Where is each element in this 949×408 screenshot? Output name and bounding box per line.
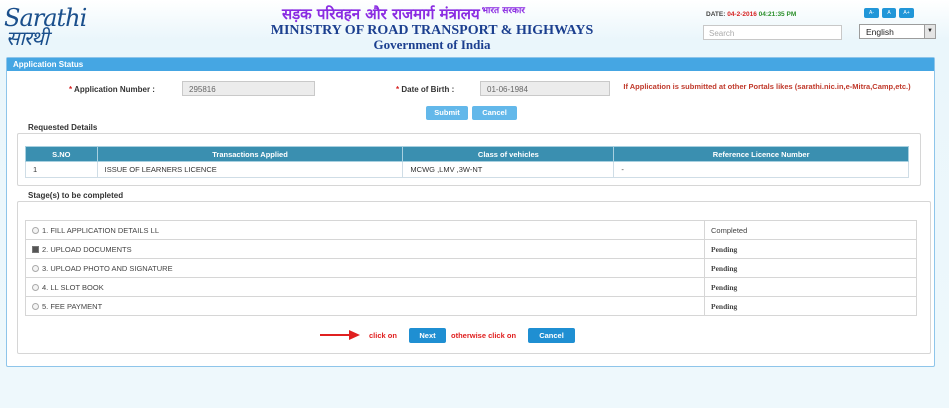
stage-cell: 3. UPLOAD PHOTO AND SIGNATURE: [25, 258, 705, 278]
stage-row: 2. UPLOAD DOCUMENTS Pending: [25, 239, 917, 259]
stage-label: 2. UPLOAD DOCUMENTS: [42, 244, 132, 254]
stage-label: 4. LL SLOT BOOK: [42, 282, 104, 292]
column-header-transactions: Transactions Applied: [96, 146, 404, 162]
stage-row: 5. FEE PAYMENT Pending: [25, 296, 917, 316]
stages-table: 1. FILL APPLICATION DETAILS LL Completed…: [25, 220, 917, 316]
click-on-text: click on: [369, 331, 397, 340]
submit-button[interactable]: Submit: [426, 106, 468, 120]
stage-status-pending: Pending: [704, 258, 917, 278]
site-header: Sarathi सारथी सड़क परिवहन और राजमार्ग मं…: [0, 0, 949, 55]
application-status-panel: Application Status * Application Number …: [6, 57, 935, 367]
search-input[interactable]: Search: [703, 25, 842, 40]
radio-button[interactable]: [32, 264, 39, 272]
font-size-controls: A- A A+: [864, 8, 914, 18]
date-of-birth-field[interactable]: 01-06-1984: [480, 81, 610, 96]
stage-row: 4. LL SLOT BOOK Pending: [25, 277, 917, 297]
language-select[interactable]: English ▼: [859, 24, 936, 39]
stage-label: 3. UPLOAD PHOTO AND SIGNATURE: [42, 263, 173, 273]
date-of-birth-label: * Date of Birth :: [396, 85, 455, 94]
cell-sno: 1: [25, 161, 98, 178]
radio-button[interactable]: [32, 302, 39, 310]
stage-status-completed: Completed: [704, 220, 917, 240]
government-of-india-label: Government of India: [373, 37, 491, 52]
cell-reference-licence: -: [613, 161, 909, 178]
cancel-button[interactable]: Cancel: [472, 106, 517, 120]
application-number-field[interactable]: 295816: [182, 81, 315, 96]
sarathi-logo[interactable]: Sarathi सारथी: [4, 4, 96, 50]
date-value: 04-2-2016: [727, 11, 757, 18]
bottom-cancel-button[interactable]: Cancel: [528, 328, 575, 343]
red-arrow-icon: [320, 330, 360, 340]
stage-cell: 5. FEE PAYMENT: [25, 296, 705, 316]
panel-title: Application Status: [7, 58, 934, 71]
requested-details-title: Requested Details: [28, 123, 98, 132]
date-label: DATE:: [706, 11, 726, 18]
stage-cell: 1. FILL APPLICATION DETAILS LL: [25, 220, 705, 240]
font-decrease-button[interactable]: A-: [864, 8, 879, 18]
ministry-title-hindi: सड़क परिवहन और राजमार्ग मंत्रालय भारत सरक…: [282, 3, 582, 24]
stage-label: 5. FEE PAYMENT: [42, 301, 103, 311]
checkbox[interactable]: [32, 245, 39, 253]
application-number-label-text: Application Number :: [74, 85, 155, 94]
stage-status-pending: Pending: [704, 296, 917, 316]
column-header-reference-licence: Reference Licence Number: [613, 146, 909, 162]
radio-button[interactable]: [32, 283, 39, 291]
cell-vehicle-class: MCWG ,LMV ,3W-NT: [402, 161, 615, 178]
date-time-display: DATE: 04-2-2016 04:21:35 PM: [706, 11, 796, 18]
table-row: 1 ISSUE OF LEARNERS LICENCE MCWG ,LMV ,3…: [25, 161, 909, 178]
column-header-vehicle-class: Class of vehicles: [402, 146, 615, 162]
time-value: 04:21:35 PM: [758, 11, 797, 18]
table-header-row: S.NO Transactions Applied Class of vehic…: [25, 146, 909, 162]
cell-transaction: ISSUE OF LEARNERS LICENCE: [96, 161, 404, 178]
font-normal-button[interactable]: A: [882, 8, 896, 18]
otherwise-click-on-text: otherwise click on: [451, 331, 517, 340]
language-select-value: English: [866, 27, 894, 37]
stages-title: Stage(s) to be completed: [28, 191, 124, 200]
logo-text-hi: सारथी: [6, 26, 49, 50]
stage-label: 1. FILL APPLICATION DETAILS LL: [42, 225, 159, 235]
other-portals-note: If Application is submitted at other Por…: [623, 82, 911, 91]
govt-hindi-label: भारत सरकार: [481, 6, 525, 16]
next-button[interactable]: Next: [409, 328, 446, 343]
stage-cell: 4. LL SLOT BOOK: [25, 277, 705, 297]
chevron-down-icon[interactable]: ▼: [924, 25, 935, 38]
stage-cell: 2. UPLOAD DOCUMENTS: [25, 239, 705, 259]
requested-details-table: S.NO Transactions Applied Class of vehic…: [25, 146, 909, 178]
font-increase-button[interactable]: A+: [899, 8, 914, 18]
application-number-label: * Application Number :: [69, 85, 155, 94]
stage-row: 3. UPLOAD PHOTO AND SIGNATURE Pending: [25, 258, 917, 278]
column-header-sno: S.NO: [25, 146, 98, 162]
stage-status-pending: Pending: [704, 239, 917, 259]
ministry-title-hindi-text: सड़क परिवहन और राजमार्ग मंत्रालय: [282, 5, 480, 23]
stage-row: 1. FILL APPLICATION DETAILS LL Completed: [25, 220, 917, 240]
stage-status-pending: Pending: [704, 277, 917, 297]
date-of-birth-label-text: Date of Birth :: [401, 85, 455, 94]
radio-button[interactable]: [32, 226, 39, 234]
